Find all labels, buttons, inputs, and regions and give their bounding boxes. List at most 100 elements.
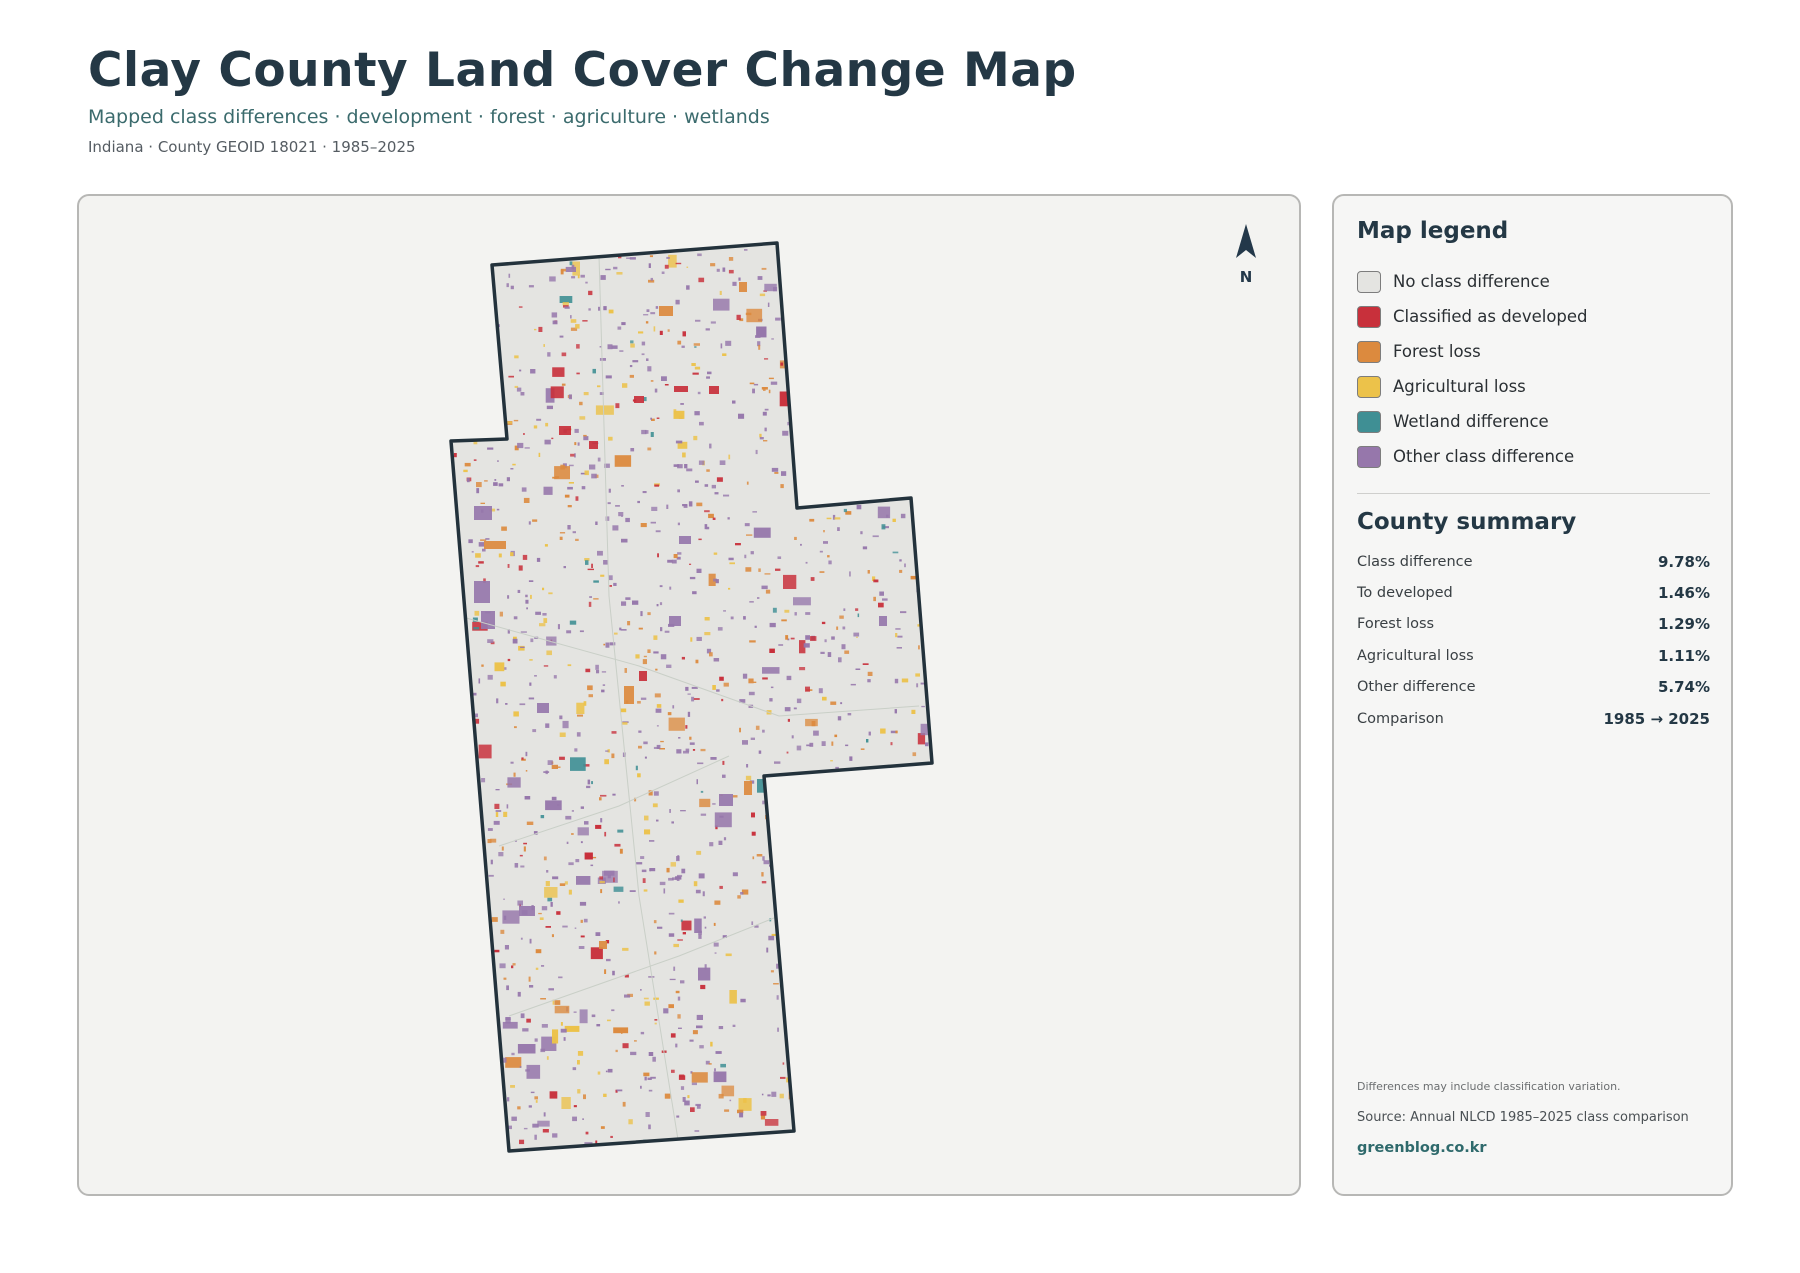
legend-label: Classified as developed [1393,307,1588,326]
change-patch [723,610,726,612]
change-patch [839,615,844,619]
change-patch [511,1052,515,1056]
change-patch [654,1019,658,1021]
change-patch [660,654,667,660]
change-patch [664,264,669,269]
change-patch [769,698,773,702]
change-patch [813,730,819,736]
change-patch [746,764,749,768]
change-patch [605,375,612,379]
change-patch [921,705,925,708]
brand-link[interactable]: greenblog.co.kr [1357,1140,1487,1156]
change-patch [682,1097,686,1102]
change-patch [539,917,544,920]
change-patch [573,1011,577,1013]
change-patch [723,682,729,687]
change-patch [656,819,659,822]
change-patch [511,965,514,969]
change-patch [722,267,726,272]
change-patch [712,517,716,520]
change-patch [686,285,690,290]
change-patch [894,678,899,684]
change-patch [579,401,583,406]
change-patch [737,895,741,899]
change-patch [681,345,685,348]
change-patch [704,632,711,636]
change-patch [577,827,589,836]
change-patch [577,1089,581,1094]
change-patch [729,990,737,1004]
change-patch [563,1037,566,1041]
change-patch [668,1004,674,1009]
change-patch [759,433,762,438]
change-patch [615,505,620,507]
change-patch [523,846,526,852]
change-patch [838,657,842,663]
change-patch [603,643,606,646]
change-patch [575,324,580,329]
change-patch [678,1075,686,1080]
change-patch [660,740,664,743]
change-patch [732,400,736,404]
change-patch [551,796,557,801]
change-patch [528,285,534,288]
change-patch [617,829,624,833]
change-patch [596,1024,601,1027]
change-patch [510,1085,515,1088]
change-patch [787,718,790,722]
change-patch [630,340,634,344]
change-patch [742,740,748,745]
change-patch [487,674,493,680]
change-patch [872,535,879,538]
change-patch [605,516,610,521]
change-patch [721,698,724,702]
change-patch [519,369,522,372]
change-patch [690,1107,695,1112]
change-patch [535,967,539,970]
change-patch [762,667,780,674]
change-patch [543,618,548,623]
change-patch [507,595,510,599]
change-patch [548,592,553,595]
change-patch [616,272,623,275]
change-patch [484,541,506,549]
change-patch [601,689,605,693]
change-patch [473,692,477,696]
change-patch [710,757,717,760]
change-patch [655,306,659,309]
change-patch [618,901,620,904]
change-patch [640,989,642,991]
change-patch [630,448,635,452]
change-patch [809,518,815,522]
change-patch [499,611,503,617]
change-patch [671,559,677,564]
change-patch [667,329,670,332]
change-patch [510,468,514,470]
change-patch [841,644,846,650]
county-map[interactable] [79,196,1301,1196]
change-patch [675,1043,678,1048]
change-patch [520,631,527,633]
map-panel[interactable] [77,194,1301,1196]
change-patch [522,1028,529,1032]
change-patch [541,965,545,967]
change-patch [678,899,684,903]
change-patch [892,518,896,522]
change-patch [840,702,843,705]
change-patch [698,873,705,879]
change-patch [689,563,692,565]
change-patch [505,703,508,705]
change-patch [494,803,500,809]
change-patch [756,326,767,338]
change-patch [506,477,510,482]
change-patch [728,269,734,274]
change-patch [697,762,704,765]
north-label: N [1239,268,1253,286]
change-patch [740,998,746,1003]
change-patch [528,697,535,700]
change-patch [583,392,589,396]
change-patch [674,386,688,392]
change-patch [696,502,703,507]
change-patch [468,539,473,544]
change-patch [739,282,747,292]
